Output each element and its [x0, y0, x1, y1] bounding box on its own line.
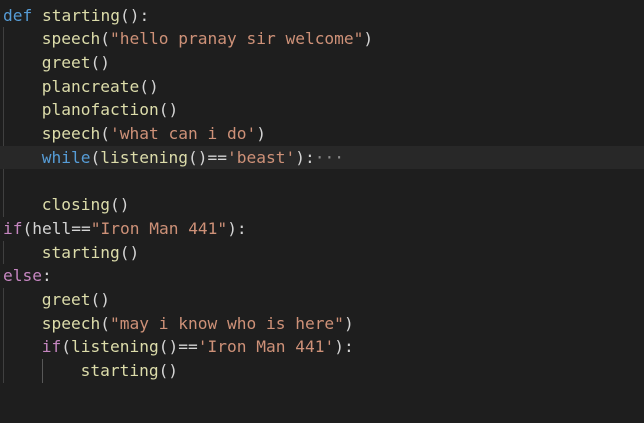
code-token: "Iron Man 441"	[90, 218, 228, 238]
code-line[interactable]: speech("may i know who is here")	[3, 312, 644, 336]
code-line[interactable]: def starting():	[3, 4, 644, 28]
code-line[interactable]: closing()	[3, 193, 644, 217]
code-token: def	[3, 5, 42, 25]
code-token: )	[256, 124, 266, 143]
code-token: 'what can i do'	[110, 124, 257, 143]
code-token: plancreate	[41, 76, 140, 96]
code-token: ):	[227, 218, 247, 238]
code-token: starting	[80, 361, 159, 380]
code-token: 'Iron Man 441'	[197, 337, 335, 357]
code-token: ):	[334, 337, 354, 357]
code-token: if	[3, 218, 23, 238]
code-token: closing	[41, 195, 111, 215]
code-token: ()	[158, 361, 179, 380]
code-token: greet	[41, 52, 91, 72]
code-line[interactable]: greet()	[3, 288, 644, 312]
code-token: (	[100, 313, 111, 333]
code-token: starting	[41, 5, 120, 25]
code-token: speech	[41, 124, 101, 143]
code-token: (	[61, 337, 72, 357]
code-token: )	[363, 29, 374, 49]
code-line[interactable]: speech('what can i do')	[3, 122, 644, 146]
code-line[interactable]: if(listening()=='Iron Man 441'):	[3, 335, 644, 359]
code-token: (hell==	[22, 218, 91, 238]
code-line[interactable]: starting()	[3, 241, 644, 265]
code-line[interactable]: greet()	[3, 51, 644, 75]
code-token: ()==	[188, 147, 227, 167]
code-token: else	[3, 266, 42, 286]
code-token: (	[90, 147, 101, 167]
code-token: ()	[110, 195, 130, 215]
code-token: listening	[100, 147, 188, 167]
code-token: ()==	[158, 337, 198, 357]
code-token: ()	[90, 289, 111, 309]
code-token: speech	[41, 313, 101, 333]
code-token: while	[41, 147, 91, 167]
code-token: ()	[158, 100, 179, 120]
code-token: starting	[41, 242, 120, 262]
code-token: (	[100, 124, 111, 143]
code-editor[interactable]: def starting(): speech("hello pranay sir …	[0, 0, 644, 423]
code-token: ():	[119, 5, 150, 25]
code-token: "may i know who is here"	[110, 313, 344, 333]
code-line[interactable]: speech("hello pranay sir welcome")	[3, 27, 644, 51]
code-line[interactable]	[3, 169, 644, 193]
code-token: ()	[90, 52, 111, 72]
code-token: listening	[71, 337, 159, 357]
code-line[interactable]: else:	[3, 264, 644, 288]
code-token: (	[100, 29, 111, 49]
code-token: speech	[41, 29, 101, 49]
code-token: planofaction	[41, 100, 159, 120]
folded-region-ellipsis[interactable]: ···	[315, 148, 344, 167]
code-token: )	[343, 313, 354, 333]
code-token: "hello pranay sir welcome"	[110, 29, 364, 49]
code-token: greet	[41, 289, 91, 309]
code-token: if	[41, 337, 62, 357]
code-token: ()	[119, 242, 140, 262]
code-line[interactable]: planofaction()	[3, 98, 644, 122]
code-token: ):	[295, 147, 315, 167]
code-token: ()	[139, 76, 159, 96]
code-line-current[interactable]: while(listening()=='beast'):···	[0, 145, 644, 170]
code-line[interactable]: if(hell=="Iron Man 441"):	[3, 217, 644, 241]
code-token: :	[41, 266, 52, 286]
code-token: 'beast'	[226, 147, 296, 167]
code-line[interactable]: starting()	[3, 359, 644, 383]
code-line[interactable]: plancreate()	[3, 75, 644, 99]
